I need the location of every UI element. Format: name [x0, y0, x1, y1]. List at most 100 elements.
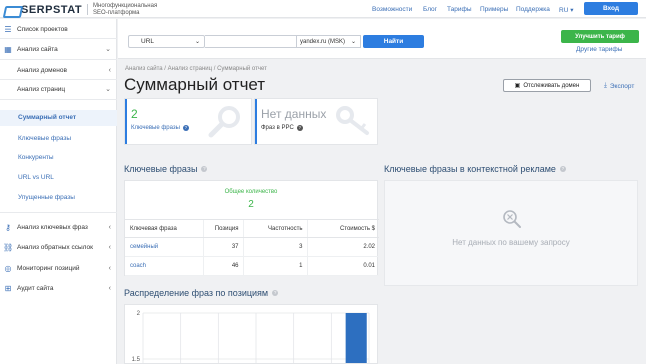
- divider: [0, 212, 117, 213]
- keywords-table: Ключевая фраза Позиция Частотность Стоим…: [125, 219, 379, 276]
- ppc-section-title: Ключевые фразы в контекстной рекламе ?: [384, 164, 566, 174]
- sidebar: ☰ Список проектов ▦ Анализ сайта ⌄ Анали…: [0, 19, 117, 364]
- chevron-down-icon: ⌄: [105, 86, 111, 93]
- download-icon: ⤓: [604, 82, 607, 89]
- target-icon: ◎: [4, 263, 12, 273]
- help-icon[interactable]: ?: [559, 166, 566, 172]
- nav-pricing[interactable]: Тарифы: [447, 6, 472, 13]
- column-header-position[interactable]: Позиция: [202, 219, 243, 238]
- help-icon[interactable]: ?: [272, 290, 279, 296]
- frequency-cell: 1: [242, 256, 307, 276]
- distribution-chart-panel: 2 1.5: [124, 304, 378, 364]
- language-select[interactable]: RU ▾: [559, 6, 573, 14]
- export-label: Экспорт: [609, 82, 635, 90]
- language-label: RU: [559, 7, 569, 14]
- track-domain-button[interactable]: ▣ Отслеживать домен: [503, 79, 591, 92]
- chart-icon: ▦: [4, 44, 12, 54]
- nav-blog[interactable]: Блог: [423, 6, 437, 13]
- top-bar: SERPSTAT Многофункциональная SEO-платфор…: [0, 0, 646, 18]
- search-type-select[interactable]: URL ⌄: [128, 35, 205, 48]
- keywords-caption: Ключевые фразы ?: [131, 125, 189, 131]
- divider: [0, 79, 117, 80]
- find-button[interactable]: Найти: [363, 35, 424, 48]
- sidebar-item-summary-report[interactable]: Суммарный отчет: [18, 114, 76, 121]
- ppc-caption-text: Фраз в PPC: [261, 125, 294, 131]
- table-row: coach 46 1 0.01: [125, 256, 379, 276]
- chevron-left-icon: ‹: [108, 243, 111, 251]
- sidebar-item-rank-tracking[interactable]: ◎ Мониторинг позиций ‹: [0, 262, 117, 274]
- divider: [0, 99, 117, 100]
- serpstat-logo-icon: [4, 4, 18, 16]
- sidebar-item-competitors[interactable]: Конкуренты: [18, 154, 54, 161]
- page-title: Суммарный отчет: [124, 75, 266, 94]
- keyword-link[interactable]: coach: [125, 256, 203, 276]
- chevron-down-icon: ⌄: [350, 39, 356, 45]
- logo-text: SERPSTAT: [21, 3, 83, 16]
- keyword-link[interactable]: семейный: [125, 237, 203, 257]
- search-bar: URL ⌄ yandex.ru (MSK) ⌄ Найти Улучшить т…: [118, 19, 646, 59]
- database-select[interactable]: yandex.ru (MSK) ⌄: [297, 35, 361, 48]
- sidebar-item-keyword-analysis[interactable]: ⚷ Анализ ключевых фраз ‹: [0, 221, 117, 233]
- bar: [345, 313, 367, 363]
- sidebar-item-backlink-analysis[interactable]: ⛓ Анализ обратных ссылок ‹: [0, 241, 117, 253]
- cost-cell: 0.01: [306, 256, 379, 276]
- nav-examples[interactable]: Примеры: [480, 6, 508, 13]
- breadcrumb: Анализ сайта / Анализ страниц / Суммарны…: [125, 66, 267, 72]
- sidebar-item-label: Список проектов: [17, 25, 68, 33]
- chevron-left-icon: ‹: [108, 264, 111, 272]
- login-button[interactable]: Вход: [584, 2, 638, 15]
- ppc-empty-panel: Нет данных по вашему запросу: [384, 180, 638, 286]
- monitor-icon: ▣: [514, 83, 521, 89]
- sidebar-item-page-analysis[interactable]: Анализ страниц ⌄: [0, 83, 117, 95]
- other-plans-link[interactable]: Другие тарифы: [576, 46, 622, 53]
- help-icon[interactable]: ?: [201, 166, 208, 172]
- help-icon[interactable]: ?: [296, 125, 303, 131]
- section-title-text: Распределение фраз по позициям: [124, 288, 269, 298]
- sidebar-item-projects[interactable]: ☰ Список проектов: [0, 23, 117, 35]
- nav-features[interactable]: Возможности: [372, 6, 412, 13]
- column-header-keyword[interactable]: Ключевая фраза: [125, 219, 203, 238]
- column-header-cost[interactable]: Стоимость $: [306, 219, 379, 238]
- divider: [0, 38, 117, 39]
- help-icon[interactable]: ?: [182, 125, 189, 131]
- key-watermark-icon: [336, 106, 369, 135]
- distribution-section-title: Распределение фраз по позициям ?: [124, 288, 279, 298]
- sidebar-item-missing-keywords[interactable]: Упущенные фразы: [18, 194, 75, 201]
- sidebar-item-keywords[interactable]: Ключевые фразы: [18, 135, 71, 142]
- search-watermark-icon: [208, 106, 240, 138]
- sidebar-item-site-analysis[interactable]: ▦ Анализ сайта ⌄: [0, 43, 117, 55]
- search-input[interactable]: [205, 35, 297, 48]
- logo-tagline: Многофункциональная SEO-платформа: [93, 3, 158, 16]
- column-header-frequency[interactable]: Частотность: [242, 219, 307, 238]
- chevron-down-icon: ⌄: [105, 46, 111, 53]
- sidebar-item-site-audit[interactable]: ⊞ Аудит сайта ‹: [0, 282, 117, 294]
- sidebar-item-domain-analysis[interactable]: Анализ доменов ‹: [0, 64, 117, 76]
- sidebar-item-label: Мониторинг позиций: [17, 264, 80, 272]
- distribution-chart: 21.5: [132, 311, 370, 363]
- frequency-cell: 3: [242, 237, 307, 257]
- export-link[interactable]: ⤓ Экспорт: [604, 82, 634, 90]
- position-cell: 46: [202, 256, 243, 276]
- logo[interactable]: SERPSTAT Многофункциональная SEO-платфор…: [4, 3, 163, 16]
- menu-icon: ☰: [4, 24, 12, 34]
- upgrade-plan-button[interactable]: Улучшить тариф: [561, 30, 639, 43]
- nav-support[interactable]: Поддержка: [516, 6, 550, 13]
- y-tick-label: 2: [137, 311, 141, 317]
- sidebar-item-label: Аудит сайта: [17, 284, 54, 292]
- cost-cell: 2.02: [306, 237, 379, 257]
- no-data-message: Нет данных по вашему запросу: [452, 238, 570, 247]
- sidebar-item-label: Анализ ключевых фраз: [17, 223, 88, 231]
- sidebar-item-label: Анализ обратных ссылок: [17, 243, 93, 251]
- total-count-label: Общее количество: [224, 189, 278, 195]
- sidebar-item-label: Анализ доменов: [17, 66, 67, 74]
- table-header-row: Ключевая фраза Позиция Частотность Стоим…: [125, 219, 379, 238]
- sidebar-item-url-vs-url[interactable]: URL vs URL: [18, 174, 54, 181]
- ppc-stat-card: Нет данных Фраз в PPC ?: [254, 98, 378, 145]
- sidebar-item-label: Анализ сайта: [17, 45, 58, 53]
- ppc-caption: Фраз в PPC ?: [261, 125, 303, 131]
- keywords-caption-text: Ключевые фразы: [131, 125, 180, 131]
- keywords-section-title: Ключевые фразы ?: [124, 164, 208, 174]
- track-domain-label: Отслеживать домен: [523, 82, 580, 89]
- section-title-text: Ключевые фразы: [124, 164, 198, 174]
- sitemap-icon: ⊞: [4, 283, 12, 293]
